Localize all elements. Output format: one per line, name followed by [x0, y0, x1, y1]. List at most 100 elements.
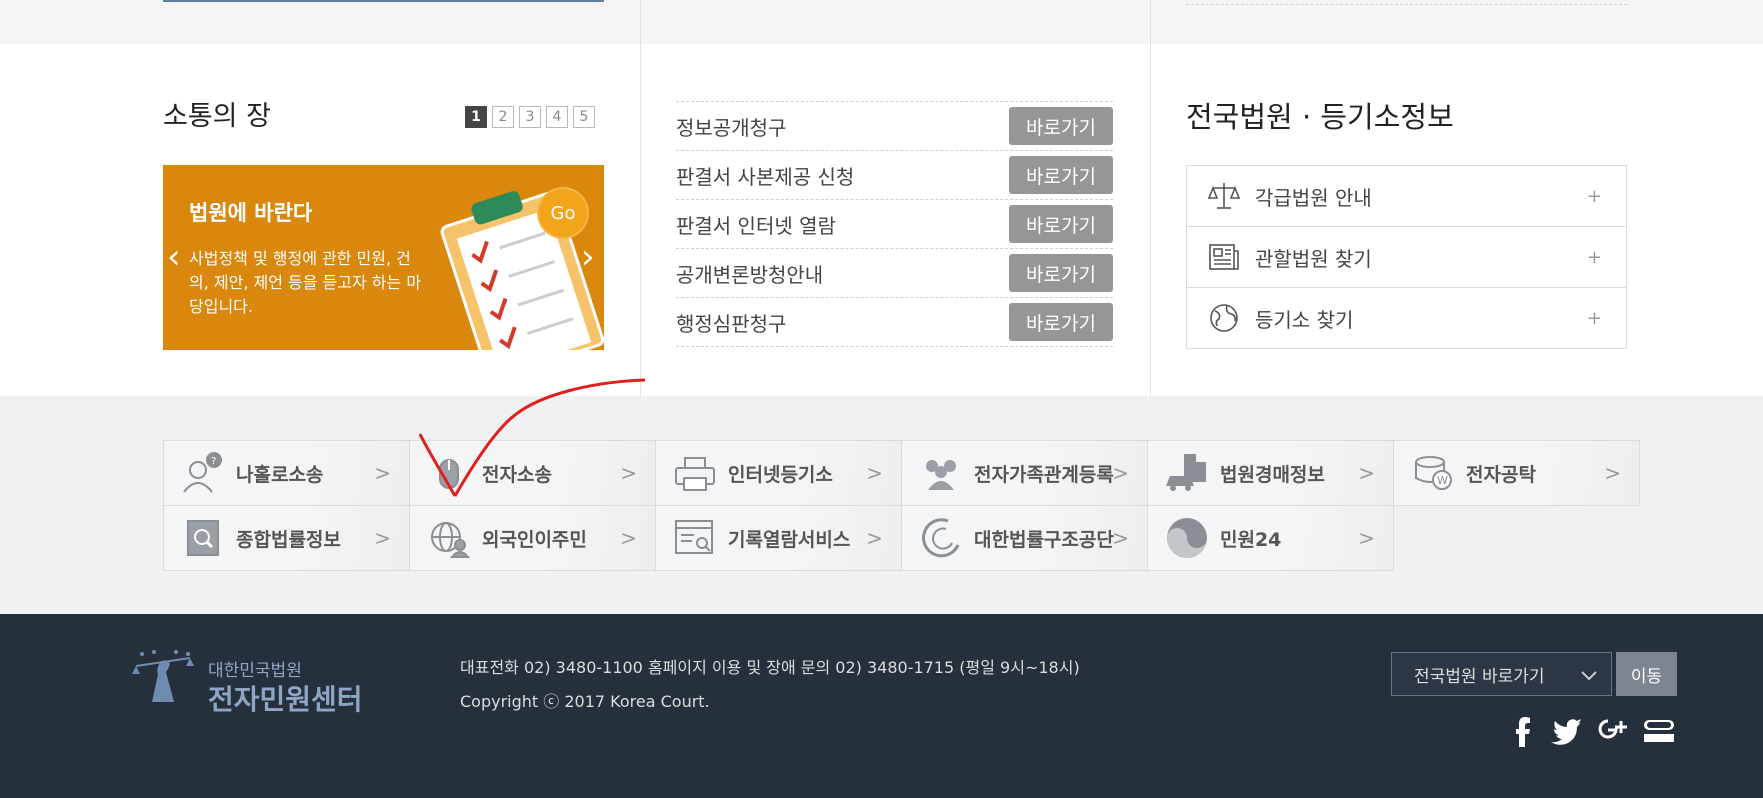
link-minwon24[interactable]: 민원24 > — [1147, 505, 1394, 571]
link-internet-registry[interactable]: 인터넷등기소 > — [655, 440, 902, 506]
link-legal-information[interactable]: 종합법률정보 > — [163, 505, 410, 571]
family-icon — [918, 450, 964, 496]
chevron-right-icon: > — [1112, 461, 1129, 485]
scales-icon — [1207, 179, 1241, 213]
person-question-icon: ? — [180, 450, 226, 496]
top-banner-edge — [163, 0, 604, 2]
shortcut-row: 판결서 인터넷 열람 바로가기 — [676, 200, 1113, 249]
plus-icon: + — [1586, 185, 1602, 207]
banner-title: 법원에 바란다 — [189, 201, 313, 225]
court-item-label: 관할법원 찾기 — [1255, 246, 1372, 271]
shortcut-list: 정보공개청구 바로가기 판결서 사본제공 신청 바로가기 판결서 인터넷 열람 … — [676, 101, 1113, 347]
shortcut-label: 판결서 인터넷 열람 — [676, 213, 836, 238]
top-strip — [0, 0, 1763, 44]
court-item-label: 등기소 찾기 — [1255, 307, 1354, 332]
court-shortcut-select[interactable]: 전국법원 바로가기 — [1391, 652, 1612, 696]
shortcut-row: 정보공개청구 바로가기 — [676, 102, 1113, 151]
pager-page-2[interactable]: 2 — [492, 106, 514, 128]
shortcut-label: 정보공개청구 — [676, 115, 787, 140]
chevron-right-icon: > — [866, 526, 883, 550]
shortcut-label: 판결서 사본제공 신청 — [676, 164, 855, 189]
link-label: 인터넷등기소 — [728, 463, 833, 486]
divider — [640, 0, 641, 44]
mouse-icon — [426, 450, 472, 496]
pager-page-4[interactable]: 4 — [546, 106, 568, 128]
link-court-auction[interactable]: 법원경매정보 > — [1147, 440, 1394, 506]
chevron-right-icon: > — [1358, 461, 1375, 485]
shortcut-go-button[interactable]: 바로가기 — [1009, 107, 1113, 145]
court-item-courts[interactable]: 각급법원 안내 + — [1187, 166, 1626, 227]
chevron-right-icon: > — [374, 461, 391, 485]
chevron-right-icon: > — [1358, 526, 1375, 550]
footer-logo[interactable]: 대한민국법원 전자민원센터 — [126, 644, 366, 716]
chevron-down-icon — [1581, 671, 1597, 681]
lady-justice-icon — [132, 650, 194, 702]
court-item-label: 각급법원 안내 — [1255, 185, 1372, 210]
link-label: 나홀로소송 — [236, 463, 324, 486]
globe-person-icon — [426, 515, 472, 561]
facebook-icon[interactable] — [1506, 716, 1538, 748]
legal-aid-logo-icon — [918, 515, 964, 561]
link-legal-aid[interactable]: 대한법률구조공단 > — [901, 505, 1148, 571]
court-item-jurisdiction[interactable]: 관할법원 찾기 + — [1187, 227, 1626, 288]
chevron-right-icon: > — [1112, 526, 1129, 550]
chevron-right-icon: > — [620, 461, 637, 485]
coins-icon: W — [1410, 450, 1456, 496]
court-item-registry[interactable]: 등기소 찾기 + — [1187, 288, 1626, 348]
globe-icon — [1207, 301, 1241, 335]
link-label: 기록열람서비스 — [728, 528, 851, 551]
contact-info: 대표전화 02) 3480-1100 홈페이지 이용 및 장애 문의 02) 3… — [460, 658, 1080, 677]
chevron-right-icon[interactable]: › — [581, 237, 595, 277]
chevron-left-icon[interactable]: ‹ — [167, 237, 181, 277]
link-family-registration[interactable]: 전자가족관계등록 > — [901, 440, 1148, 506]
divider — [1150, 0, 1151, 44]
chevron-right-icon: > — [866, 461, 883, 485]
banner-text: 사법정책 및 행정에 관한 민원, 건의, 제안, 제언 등을 듣고자 하는 마… — [189, 249, 422, 316]
pager-page-3[interactable]: 3 — [519, 106, 541, 128]
twitter-icon[interactable] — [1551, 716, 1583, 748]
shortcut-go-button[interactable]: 바로가기 — [1009, 205, 1113, 243]
plus-icon: + — [1586, 246, 1602, 268]
taegeuk-icon — [1164, 515, 1210, 561]
svg-text:?: ? — [211, 456, 216, 467]
svg-text:W: W — [1437, 474, 1448, 487]
shortcut-label: 공개변론방청안내 — [676, 262, 824, 287]
divider — [1186, 4, 1627, 5]
band-icon[interactable] — [1643, 716, 1675, 748]
link-label: 전자공탁 — [1466, 463, 1536, 486]
divider — [640, 44, 641, 396]
link-label: 대한법률구조공단 — [974, 528, 1114, 551]
communication-banner[interactable]: 법원에 바란다 사법정책 및 행정에 관한 민원, 건의, 제안, 제언 등을 … — [163, 165, 604, 350]
link-e-litigation[interactable]: 전자소송 > — [409, 440, 656, 506]
court-info-list: 각급법원 안내 + 관할법원 찾기 + 등기소 찾기 + — [1186, 165, 1627, 349]
link-label: 외국인이주민 — [482, 528, 587, 551]
court-info-title: 전국법원 · 등기소정보 — [1186, 100, 1454, 134]
link-record-viewing[interactable]: 기록열람서비스 > — [655, 505, 902, 571]
link-e-deposit[interactable]: W 전자공탁 > — [1393, 440, 1640, 506]
go-button[interactable]: 이동 — [1616, 652, 1677, 696]
chevron-right-icon: > — [620, 526, 637, 550]
divider — [1150, 44, 1151, 396]
shortcut-go-button[interactable]: 바로가기 — [1009, 254, 1113, 292]
shortcut-row: 공개변론방청안내 바로가기 — [676, 249, 1113, 298]
building-car-icon — [1164, 450, 1210, 496]
logo-title: 전자민원센터 — [208, 683, 363, 716]
pager-page-1[interactable]: 1 — [465, 106, 487, 128]
shortcut-go-button[interactable]: 바로가기 — [1009, 303, 1113, 341]
link-label: 법원경매정보 — [1220, 463, 1325, 486]
pager-page-5[interactable]: 5 — [573, 106, 595, 128]
link-label: 종합법률정보 — [236, 528, 341, 551]
link-label: 전자소송 — [482, 463, 552, 486]
communication-title: 소통의 장 — [163, 101, 271, 132]
printer-icon — [672, 450, 718, 496]
link-foreign-residents[interactable]: 외국인이주민 > — [409, 505, 656, 571]
middle-section: 소통의 장 1 2 3 4 5 법원에 바란다 사법정책 및 행정에 관한 민원… — [0, 44, 1763, 396]
chevron-right-icon: > — [1604, 461, 1621, 485]
plus-icon: + — [1586, 307, 1602, 329]
copyright: Copyright ⓒ 2017 Korea Court. — [460, 692, 710, 711]
shortcut-go-button[interactable]: 바로가기 — [1009, 156, 1113, 194]
link-self-litigation[interactable]: ? 나홀로소송 > — [163, 440, 410, 506]
go-badge[interactable]: Go — [537, 187, 589, 239]
chevron-right-icon: > — [374, 526, 391, 550]
google-plus-icon[interactable] — [1597, 716, 1629, 748]
